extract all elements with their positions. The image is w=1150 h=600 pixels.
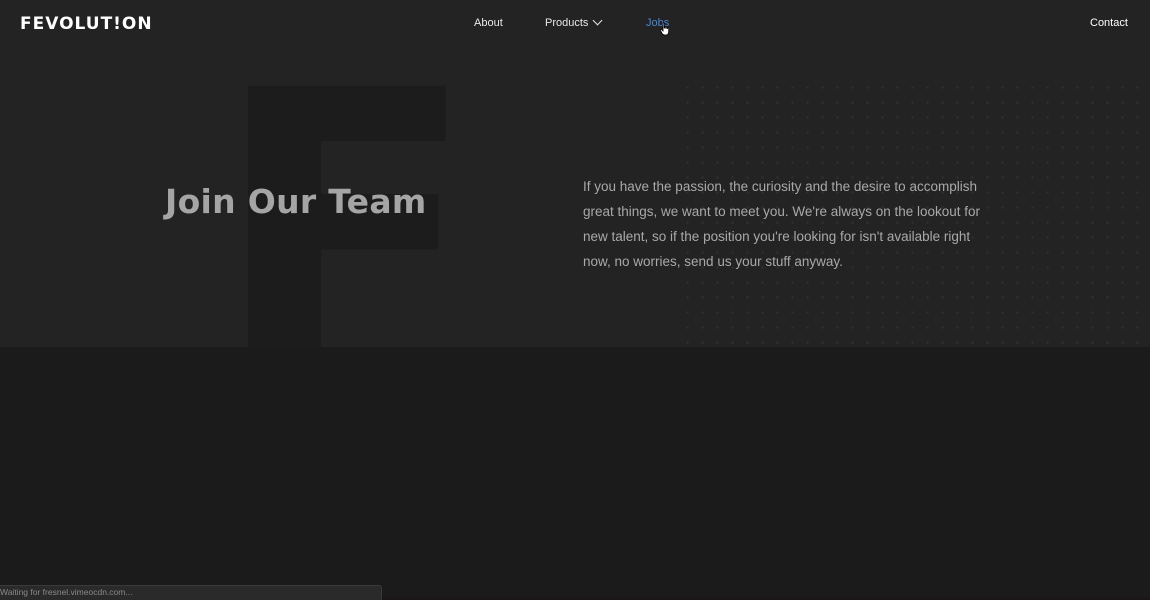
nav-link-contact[interactable]: Contact [1090,17,1128,29]
chevron-down-icon [592,15,603,26]
hero-title: Join Our Team [165,182,427,221]
nav-link-about[interactable]: About [474,17,503,29]
nav-link-products[interactable]: Products [545,15,603,29]
hand-pointer-icon [659,22,670,36]
nav-link-products-label: Products [545,17,589,29]
page: F Join Our Team If you have the passion,… [0,0,1150,600]
browser-status-bar: Waiting for fresnel.vimeocdn.com... [0,585,382,600]
nav-link-about-label: About [474,17,503,29]
top-nav: FEVOLUT!ON About Products Jobs Contact [0,0,1150,48]
browser-status-text: Waiting for fresnel.vimeocdn.com... [0,587,133,597]
nav-link-contact-label: Contact [1090,17,1128,29]
hero-paragraph: If you have the passion, the curiosity a… [583,179,981,269]
hero-section: F Join Our Team If you have the passion,… [0,0,1150,347]
logo[interactable]: FEVOLUT!ON [20,14,153,34]
